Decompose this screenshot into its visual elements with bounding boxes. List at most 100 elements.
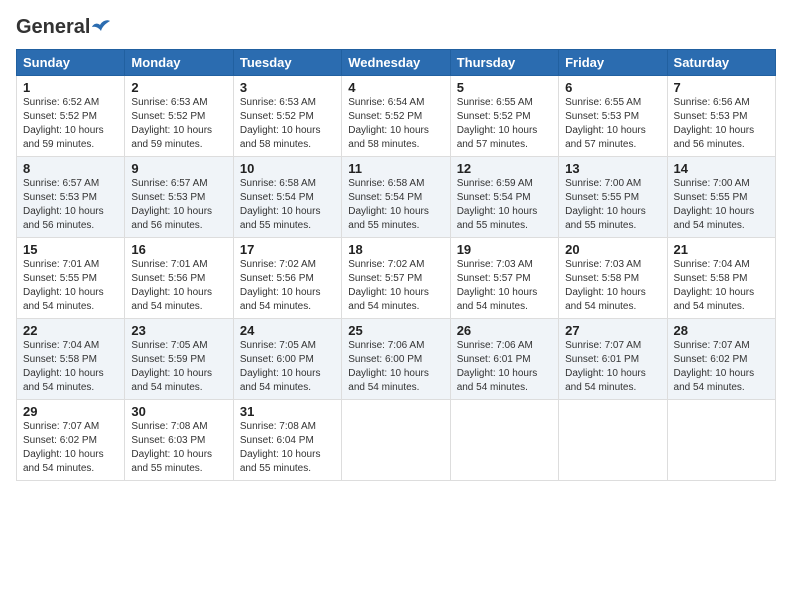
day-cell-3: 3Sunrise: 6:53 AM Sunset: 5:52 PM Daylig…	[233, 76, 341, 157]
day-number: 12	[457, 161, 552, 176]
day-number: 23	[131, 323, 226, 338]
day-cell-8: 8Sunrise: 6:57 AM Sunset: 5:53 PM Daylig…	[17, 157, 125, 238]
day-cell-6: 6Sunrise: 6:55 AM Sunset: 5:53 PM Daylig…	[559, 76, 667, 157]
column-header-saturday: Saturday	[667, 50, 775, 76]
day-number: 14	[674, 161, 769, 176]
day-cell-7: 7Sunrise: 6:56 AM Sunset: 5:53 PM Daylig…	[667, 76, 775, 157]
day-cell-9: 9Sunrise: 6:57 AM Sunset: 5:53 PM Daylig…	[125, 157, 233, 238]
day-cell-19: 19Sunrise: 7:03 AM Sunset: 5:57 PM Dayli…	[450, 238, 558, 319]
day-info: Sunrise: 7:02 AM Sunset: 5:56 PM Dayligh…	[240, 258, 335, 314]
day-number: 17	[240, 242, 335, 257]
day-cell-16: 16Sunrise: 7:01 AM Sunset: 5:56 PM Dayli…	[125, 238, 233, 319]
day-number: 16	[131, 242, 226, 257]
day-info: Sunrise: 6:58 AM Sunset: 5:54 PM Dayligh…	[348, 177, 443, 233]
week-row-4: 22Sunrise: 7:04 AM Sunset: 5:58 PM Dayli…	[17, 319, 776, 400]
day-number: 30	[131, 404, 226, 419]
empty-cell	[667, 400, 775, 481]
day-number: 3	[240, 80, 335, 95]
day-info: Sunrise: 7:01 AM Sunset: 5:56 PM Dayligh…	[131, 258, 226, 314]
day-info: Sunrise: 7:02 AM Sunset: 5:57 PM Dayligh…	[348, 258, 443, 314]
day-cell-13: 13Sunrise: 7:00 AM Sunset: 5:55 PM Dayli…	[559, 157, 667, 238]
day-cell-4: 4Sunrise: 6:54 AM Sunset: 5:52 PM Daylig…	[342, 76, 450, 157]
day-cell-14: 14Sunrise: 7:00 AM Sunset: 5:55 PM Dayli…	[667, 157, 775, 238]
day-number: 4	[348, 80, 443, 95]
day-number: 19	[457, 242, 552, 257]
day-number: 15	[23, 242, 118, 257]
column-header-thursday: Thursday	[450, 50, 558, 76]
column-header-monday: Monday	[125, 50, 233, 76]
day-number: 10	[240, 161, 335, 176]
day-number: 9	[131, 161, 226, 176]
day-number: 27	[565, 323, 660, 338]
day-info: Sunrise: 7:03 AM Sunset: 5:58 PM Dayligh…	[565, 258, 660, 314]
day-cell-5: 5Sunrise: 6:55 AM Sunset: 5:52 PM Daylig…	[450, 76, 558, 157]
day-info: Sunrise: 6:59 AM Sunset: 5:54 PM Dayligh…	[457, 177, 552, 233]
week-row-2: 8 Sunrise: 6:57 AM Sunset: 5:53 PM Daylig…	[17, 157, 776, 238]
day-number: 6	[565, 80, 660, 95]
day-info: Sunrise: 6:52 AM Sunset: 5:52 PM Dayligh…	[23, 96, 118, 152]
day-number: 22	[23, 323, 118, 338]
column-header-wednesday: Wednesday	[342, 50, 450, 76]
day-cell-29: 29Sunrise: 7:07 AM Sunset: 6:02 PM Dayli…	[17, 400, 125, 481]
day-info: Sunrise: 7:00 AM Sunset: 5:55 PM Dayligh…	[674, 177, 769, 233]
day-cell-18: 18Sunrise: 7:02 AM Sunset: 5:57 PM Dayli…	[342, 238, 450, 319]
day-cell-30: 30Sunrise: 7:08 AM Sunset: 6:03 PM Dayli…	[125, 400, 233, 481]
day-number: 11	[348, 161, 443, 176]
column-header-friday: Friday	[559, 50, 667, 76]
day-cell-31: 31Sunrise: 7:08 AM Sunset: 6:04 PM Dayli…	[233, 400, 341, 481]
day-info: Sunrise: 6:56 AM Sunset: 5:53 PM Dayligh…	[674, 96, 769, 152]
day-info: Sunrise: 7:05 AM Sunset: 5:59 PM Dayligh…	[131, 339, 226, 395]
day-number: 2	[131, 80, 226, 95]
day-number: 24	[240, 323, 335, 338]
day-number: 7	[674, 80, 769, 95]
day-number: 20	[565, 242, 660, 257]
day-number: 1	[23, 80, 118, 95]
day-info: Sunrise: 7:03 AM Sunset: 5:57 PM Dayligh…	[457, 258, 552, 314]
day-cell-10: 10Sunrise: 6:58 AM Sunset: 5:54 PM Dayli…	[233, 157, 341, 238]
day-number: 8	[23, 161, 118, 176]
day-number: 13	[565, 161, 660, 176]
day-cell-27: 27Sunrise: 7:07 AM Sunset: 6:01 PM Dayli…	[559, 319, 667, 400]
day-info: Sunrise: 6:57 AM Sunset: 5:53 PM Dayligh…	[131, 177, 226, 233]
week-row-5: 29Sunrise: 7:07 AM Sunset: 6:02 PM Dayli…	[17, 400, 776, 481]
day-info: Sunrise: 7:06 AM Sunset: 6:00 PM Dayligh…	[348, 339, 443, 395]
day-cell-20: 20Sunrise: 7:03 AM Sunset: 5:58 PM Dayli…	[559, 238, 667, 319]
day-info: Sunrise: 7:04 AM Sunset: 5:58 PM Dayligh…	[23, 339, 118, 395]
day-cell-2: 2Sunrise: 6:53 AM Sunset: 5:52 PM Daylig…	[125, 76, 233, 157]
day-info: Sunrise: 7:01 AM Sunset: 5:55 PM Dayligh…	[23, 258, 118, 314]
day-number: 28	[674, 323, 769, 338]
day-info: Sunrise: 7:07 AM Sunset: 6:02 PM Dayligh…	[23, 420, 118, 476]
logo-bird-icon	[92, 19, 114, 37]
day-cell-17: 17Sunrise: 7:02 AM Sunset: 5:56 PM Dayli…	[233, 238, 341, 319]
day-info: Sunrise: 7:07 AM Sunset: 6:01 PM Dayligh…	[565, 339, 660, 395]
day-info: Sunrise: 7:06 AM Sunset: 6:01 PM Dayligh…	[457, 339, 552, 395]
day-info: Sunrise: 7:08 AM Sunset: 6:04 PM Dayligh…	[240, 420, 335, 476]
day-info: Sunrise: 7:05 AM Sunset: 6:00 PM Dayligh…	[240, 339, 335, 395]
day-cell-26: 26Sunrise: 7:06 AM Sunset: 6:01 PM Dayli…	[450, 319, 558, 400]
day-info: Sunrise: 6:55 AM Sunset: 5:53 PM Dayligh…	[565, 96, 660, 152]
week-row-1: 1Sunrise: 6:52 AM Sunset: 5:52 PM Daylig…	[17, 76, 776, 157]
column-header-tuesday: Tuesday	[233, 50, 341, 76]
day-number: 29	[23, 404, 118, 419]
day-info: Sunrise: 6:53 AM Sunset: 5:52 PM Dayligh…	[131, 96, 226, 152]
day-info: Sunrise: 7:00 AM Sunset: 5:55 PM Dayligh…	[565, 177, 660, 233]
day-info: Sunrise: 6:58 AM Sunset: 5:54 PM Dayligh…	[240, 177, 335, 233]
column-header-sunday: Sunday	[17, 50, 125, 76]
page-header: General	[16, 16, 776, 39]
empty-cell	[342, 400, 450, 481]
day-number: 21	[674, 242, 769, 257]
day-cell-21: 21Sunrise: 7:04 AM Sunset: 5:58 PM Dayli…	[667, 238, 775, 319]
day-info: Sunrise: 6:53 AM Sunset: 5:52 PM Dayligh…	[240, 96, 335, 152]
empty-cell	[559, 400, 667, 481]
day-info: Sunrise: 6:55 AM Sunset: 5:52 PM Dayligh…	[457, 96, 552, 152]
day-info: Sunrise: 7:07 AM Sunset: 6:02 PM Dayligh…	[674, 339, 769, 395]
day-number: 18	[348, 242, 443, 257]
day-number: 26	[457, 323, 552, 338]
day-info: Sunrise: 6:54 AM Sunset: 5:52 PM Dayligh…	[348, 96, 443, 152]
empty-cell	[450, 400, 558, 481]
day-number: 5	[457, 80, 552, 95]
day-cell-11: 11Sunrise: 6:58 AM Sunset: 5:54 PM Dayli…	[342, 157, 450, 238]
day-number: 25	[348, 323, 443, 338]
day-cell-24: 24Sunrise: 7:05 AM Sunset: 6:00 PM Dayli…	[233, 319, 341, 400]
calendar-table: SundayMondayTuesdayWednesdayThursdayFrid…	[16, 49, 776, 481]
